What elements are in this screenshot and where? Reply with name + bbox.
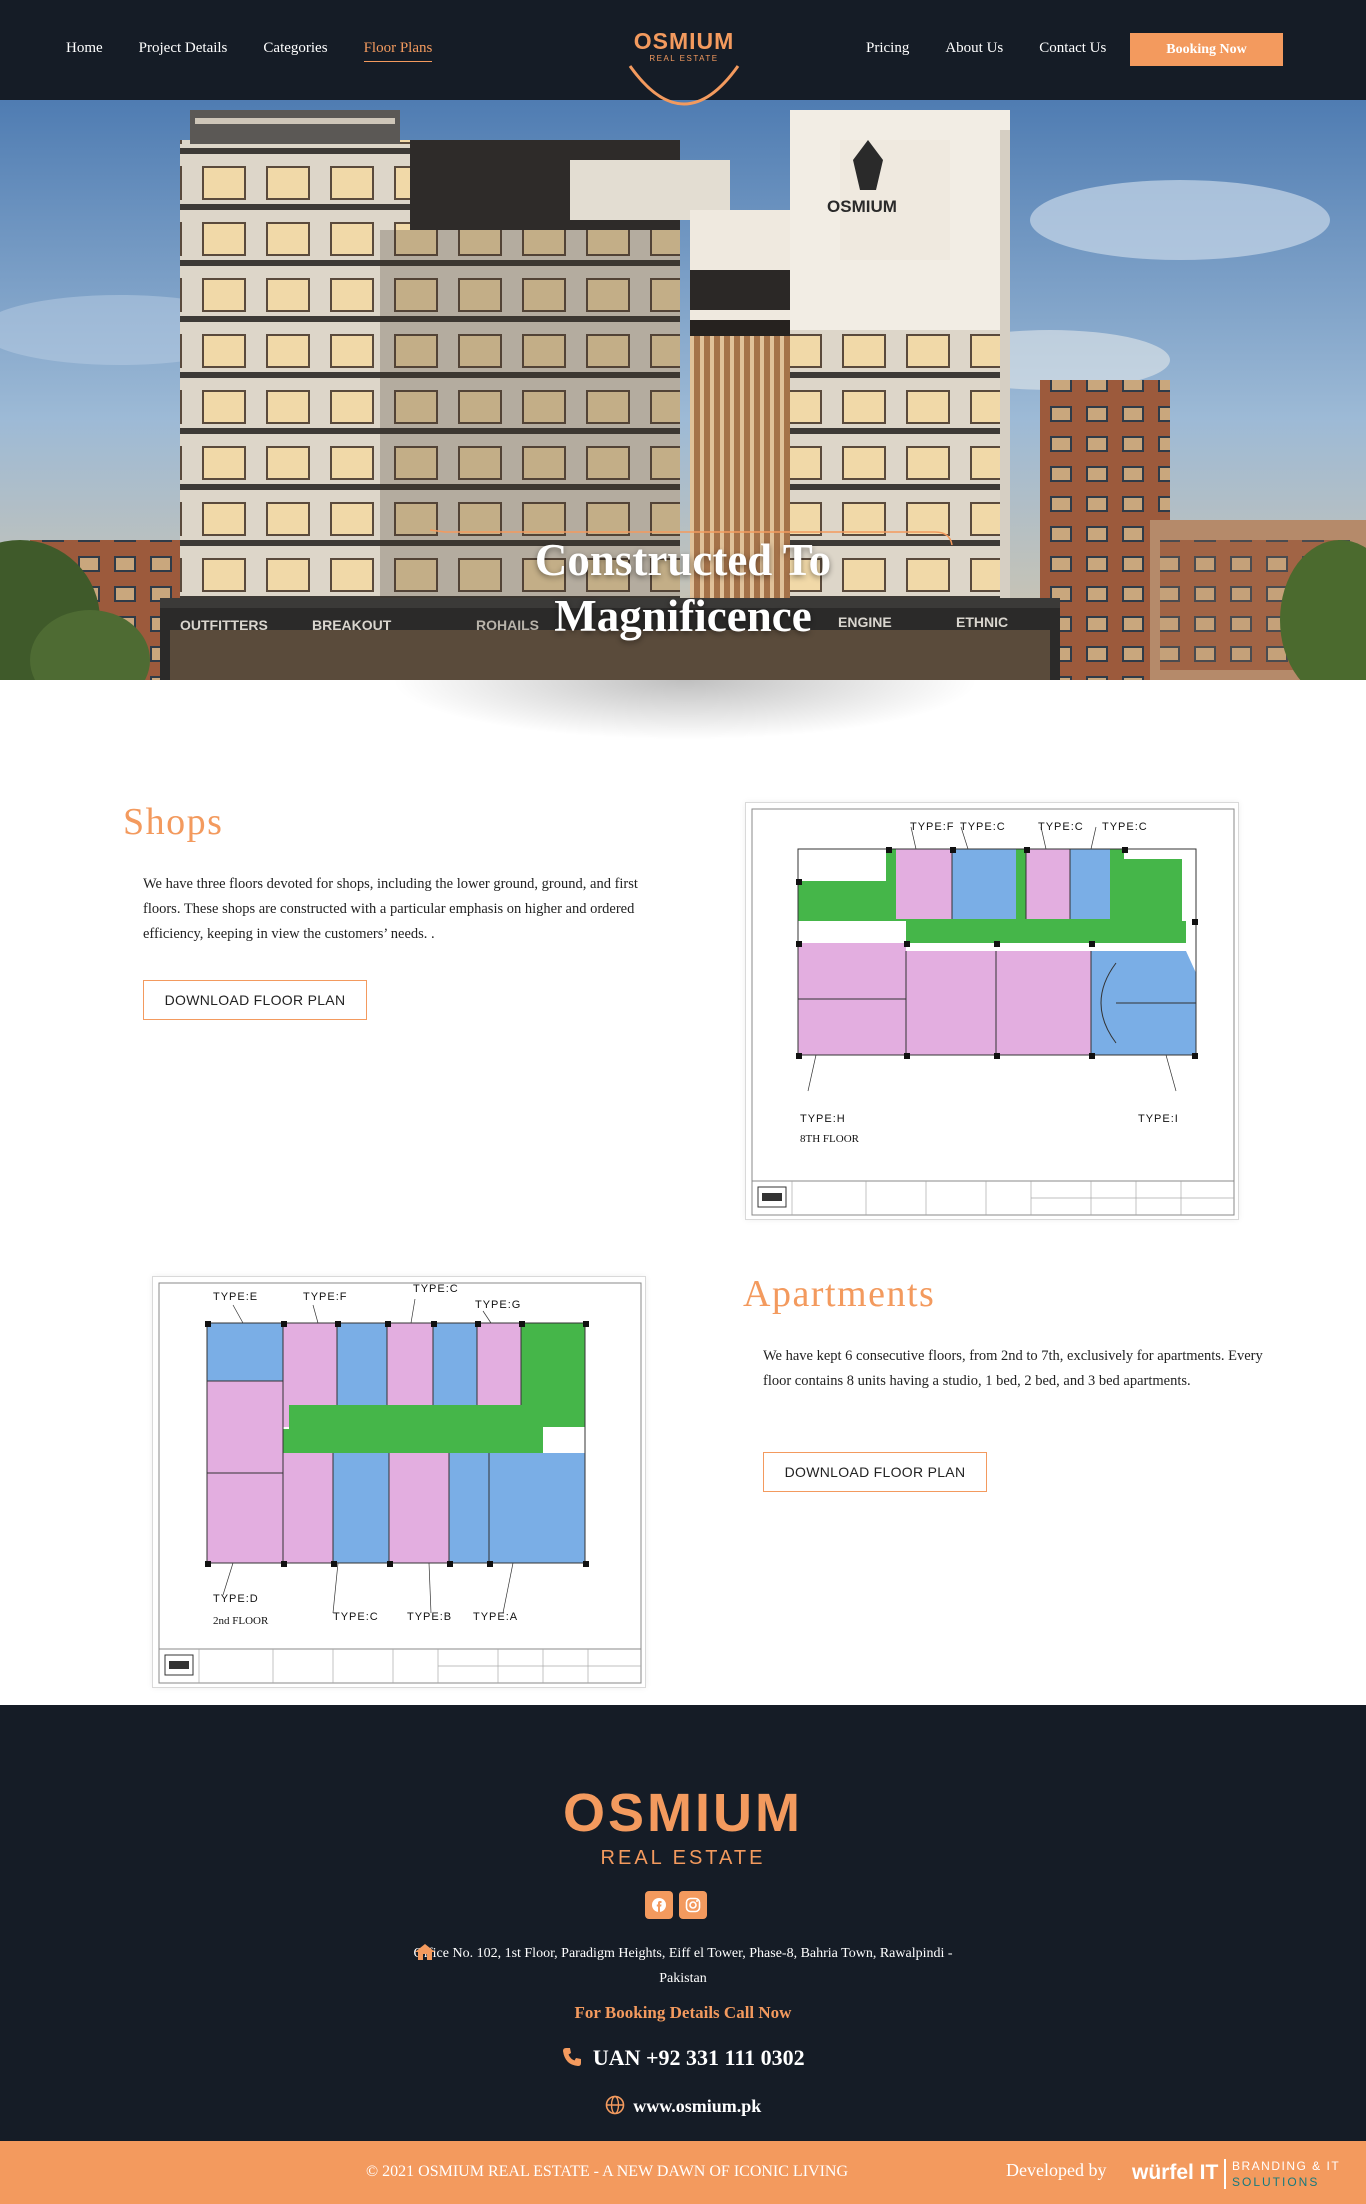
nav-categories-link[interactable]: Categories <box>263 40 327 62</box>
logo-arc-icon <box>628 65 740 106</box>
header-logo[interactable]: OSMIUM REAL ESTATE <box>622 28 746 124</box>
shops-plan-label-3: TYPE:C <box>1038 821 1084 833</box>
apartments-floor-plan-drawing <box>158 1282 642 1684</box>
developer-logo[interactable]: würfel IT BRANDING & IT SOLUTIONS <box>1132 2153 1342 2193</box>
developer-logo-divider <box>1224 2159 1226 2189</box>
shops-plan-label-2: TYPE:C <box>960 821 1006 833</box>
shops-plan-label-5: TYPE:H <box>800 1113 846 1125</box>
nav-home-link[interactable]: Home <box>66 40 103 62</box>
apartments-description: We have kept 6 consecutive floors, from … <box>763 1348 1263 1389</box>
shops-download-floor-plan-button[interactable]: DOWNLOAD FLOOR PLAN <box>143 980 367 1020</box>
apartments-plan-label-6: TYPE:C <box>333 1611 379 1623</box>
hero-banner: OSMIUM OUTFITTERS BREAKOUT ROHAILS ENGIN… <box>0 100 1366 680</box>
facebook-link[interactable] <box>645 1891 673 1919</box>
shop-sign-1: OUTFITTERS <box>180 617 268 633</box>
site-header: Home Project Details Categories Floor Pl… <box>0 0 1366 106</box>
hero-title-line2: Magnificence <box>554 591 812 641</box>
building-sign-text: OSMIUM <box>827 197 897 216</box>
globe-icon <box>605 2095 625 2115</box>
copyright-text: © 2021 OSMIUM REAL ESTATE - A NEW DAWN O… <box>366 2163 849 2180</box>
hero-shadow <box>390 680 980 740</box>
apartments-plan-label-5: TYPE:D <box>213 1593 259 1605</box>
shops-title: Shops <box>123 801 224 843</box>
instagram-link[interactable] <box>679 1891 707 1919</box>
home-icon <box>415 1944 435 1960</box>
footer-website[interactable]: www.osmium.pk <box>0 2095 1366 2117</box>
apartments-download-floor-plan-button[interactable]: DOWNLOAD FLOOR PLAN <box>763 1452 987 1492</box>
apartments-plan-label-2: TYPE:F <box>303 1291 348 1303</box>
facebook-icon <box>652 1898 666 1912</box>
developer-tag-2: SOLUTIONS <box>1232 2175 1320 2189</box>
footer-logo-word: OSMIUM <box>563 1783 803 1843</box>
apartments-plan-label-4: TYPE:G <box>475 1299 522 1311</box>
apartments-plan-label-8: TYPE:A <box>473 1611 519 1623</box>
apartments-floor-plan-image[interactable]: TYPE:E TYPE:F TYPE:C TYPE:G TYPE:D TYPE:… <box>152 1276 646 1688</box>
nav-right: Pricing About Us Contact Us <box>866 40 1106 57</box>
header-logo-word: OSMIUM <box>633 28 735 54</box>
shops-plan-label-1: TYPE:F <box>910 821 955 833</box>
footer-website-text: www.osmium.pk <box>633 2096 762 2116</box>
footer-phone-text: UAN +92 331 111 0302 <box>592 2045 805 2070</box>
phone-icon <box>563 2048 582 2066</box>
footer-address-text: Office No. 102, 1st Floor, Paradigm Heig… <box>413 1946 953 1986</box>
footer-phone[interactable]: UAN +92 331 111 0302 <box>0 2045 1366 2071</box>
nav-project-details-link[interactable]: Project Details <box>139 40 228 62</box>
footer-logo-sub: REAL ESTATE <box>600 1847 766 1869</box>
nav-pricing-link[interactable]: Pricing <box>866 40 909 57</box>
nav-left: Home Project Details Categories Floor Pl… <box>66 40 433 62</box>
booking-now-button[interactable]: Booking Now <box>1130 33 1283 66</box>
developer-tag-1: BRANDING & IT <box>1232 2159 1341 2173</box>
footer-address: Office No. 102, 1st Floor, Paradigm Heig… <box>400 1941 966 1991</box>
shops-description: We have three floors devoted for shops, … <box>143 876 638 942</box>
shops-plan-label-4: TYPE:C <box>1102 821 1148 833</box>
shops-plan-label-6: TYPE:I <box>1138 1113 1179 1125</box>
apartments-plan-label-1: TYPE:E <box>213 1291 259 1303</box>
footer-call-now: For Booking Details Call Now <box>574 2003 792 2022</box>
nav-floor-plans-link[interactable]: Floor Plans <box>363 40 433 62</box>
hero-title: Constructed To Magnificence <box>383 532 983 644</box>
apartments-plan-label-7: TYPE:B <box>407 1611 453 1623</box>
apartments-plan-floor: 2nd FLOOR <box>213 1615 269 1627</box>
shops-floor-plan-drawing <box>751 808 1235 1216</box>
nav-about-us-link[interactable]: About Us <box>945 40 1003 57</box>
instagram-icon <box>685 1897 701 1913</box>
shop-sign-2: BREAKOUT <box>312 617 392 633</box>
shops-plan-floor: 8TH FLOOR <box>800 1133 859 1145</box>
developer-name: würfel IT <box>1132 2161 1219 2184</box>
bottom-bar: © 2021 OSMIUM REAL ESTATE - A NEW DAWN O… <box>0 2141 1366 2204</box>
shops-floor-plan-image[interactable]: TYPE:F TYPE:C TYPE:C TYPE:C TYPE:H TYPE:… <box>745 802 1239 1220</box>
site-footer: OSMIUM REAL ESTATE Office No. 102, 1st F… <box>0 1705 1366 2141</box>
apartments-title: Apartments <box>743 1273 936 1315</box>
hero-title-line1: Constructed To <box>534 535 832 585</box>
nav-contact-us-link[interactable]: Contact Us <box>1039 40 1106 57</box>
developed-by-text: Developed by <box>1006 2160 1107 2180</box>
apartments-plan-label-3: TYPE:C <box>413 1283 459 1295</box>
